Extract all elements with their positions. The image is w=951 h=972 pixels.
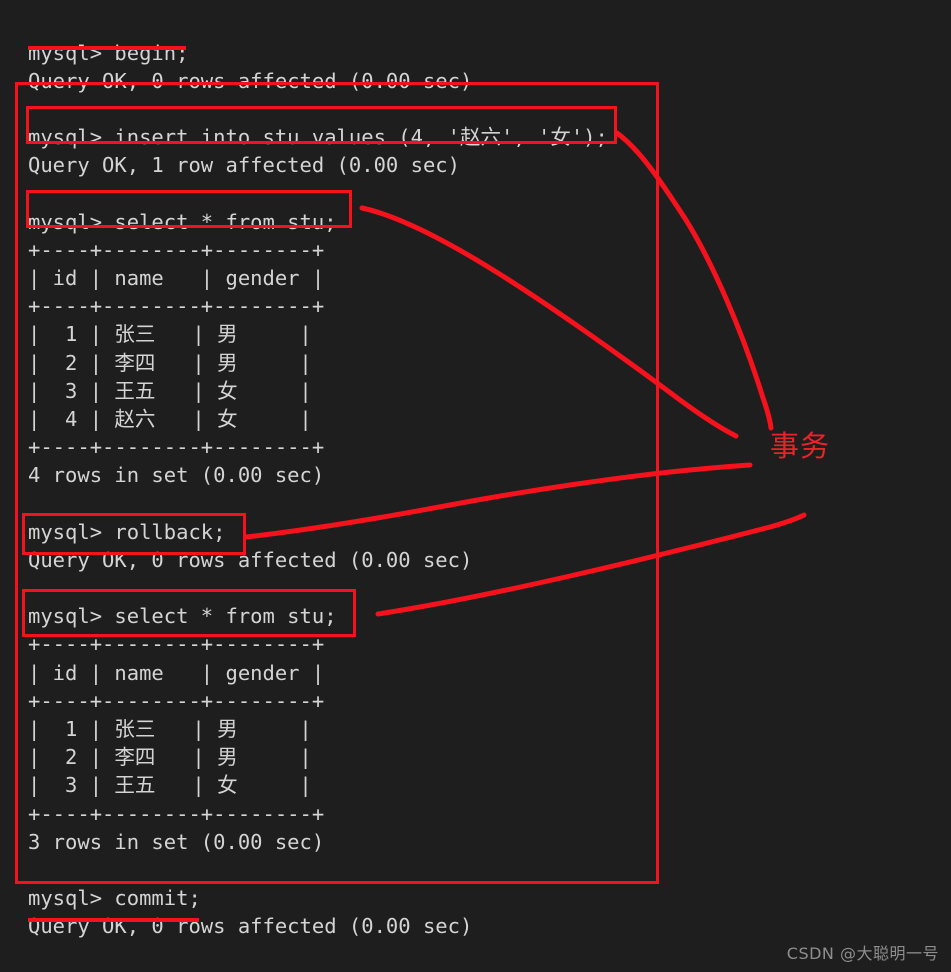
terminal-line: +----+--------+--------+ <box>28 688 325 713</box>
terminal-line: | 2 | 李四 | 男 | <box>28 350 312 375</box>
terminal-line: 3 rows in set (0.00 sec) <box>28 829 325 854</box>
terminal-line: +----+--------+--------+ <box>28 801 325 826</box>
terminal-line: mysql> select * from stu; <box>28 604 337 629</box>
terminal-line: Query OK, 0 rows affected (0.00 sec) <box>28 914 473 939</box>
terminal-line: | 1 | 张三 | 男 | <box>28 717 312 741</box>
terminal-screenshot: mysql> begin; Query OK, 0 rows affected (… <box>0 0 951 972</box>
terminal-line: +----+--------+--------+ <box>28 294 325 319</box>
terminal-line: mysql> rollback; <box>28 519 226 544</box>
terminal-line: 4 rows in set (0.00 sec) <box>28 463 325 488</box>
terminal-line: | 1 | 张三 | 男 | <box>28 322 312 347</box>
terminal-line: mysql> select * from stu; <box>28 209 337 234</box>
transaction-annotation-label: 事务 <box>770 429 831 463</box>
terminal-line: | 3 | 王五 | 女 | <box>28 773 312 798</box>
terminal-line: Query OK, 0 rows affected (0.00 sec) <box>28 547 473 572</box>
terminal-line: +----+--------+--------+ <box>28 237 325 262</box>
terminal-line: | id | name | gender | <box>28 266 325 290</box>
terminal-line: Query OK, 0 rows affected (0.00 sec) <box>28 68 473 93</box>
terminal-line: mysql> commit; <box>28 886 201 911</box>
terminal-line: Query OK, 1 row affected (0.00 sec) <box>28 153 460 178</box>
terminal-line: +----+--------+--------+ <box>28 632 325 657</box>
terminal-line: | 3 | 王五 | 女 | <box>28 378 312 403</box>
csdn-watermark: CSDN @大聪明一号 <box>786 944 939 963</box>
terminal-line: | 2 | 李四 | 男 | <box>28 745 312 770</box>
terminal-output: mysql> begin; Query OK, 0 rows affected (… <box>0 21 951 972</box>
terminal-line: mysql> insert into stu values (4, '赵六', … <box>28 125 608 150</box>
terminal-line: mysql> begin; <box>28 40 189 65</box>
terminal-line: | id | name | gender | <box>28 660 325 685</box>
